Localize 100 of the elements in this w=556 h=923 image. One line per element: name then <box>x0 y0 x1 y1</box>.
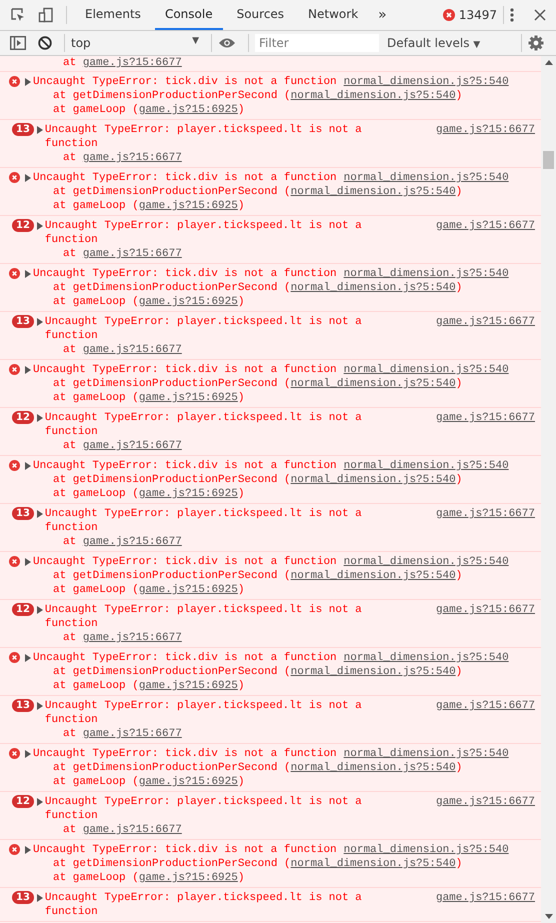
source-link[interactable]: normal_dimension.js?5:540 <box>344 555 509 569</box>
source-link[interactable]: game.js?15:6677 <box>436 123 535 137</box>
expand-triangle-icon[interactable] <box>25 750 31 758</box>
source-link[interactable]: normal_dimension.js?5:540 <box>290 762 456 774</box>
source-link[interactable]: game.js?15:6677 <box>82 824 182 836</box>
device-icon[interactable] <box>38 7 54 23</box>
source-link[interactable]: game.js?15:6925 <box>138 392 238 404</box>
error-icon <box>9 844 20 855</box>
source-link[interactable]: game.js?15:6925 <box>138 200 238 212</box>
source-link[interactable]: normal_dimension.js?5:540 <box>290 186 456 198</box>
eye-icon[interactable] <box>218 37 236 49</box>
source-link[interactable]: game.js?15:6677 <box>436 603 535 617</box>
stack-trace-line: at game.js?15:6677 <box>62 343 183 357</box>
panel-tab[interactable]: Network <box>298 0 368 30</box>
source-link[interactable]: normal_dimension.js?5:540 <box>344 171 509 185</box>
source-link[interactable]: normal_dimension.js?5:540 <box>290 858 456 870</box>
source-link[interactable]: normal_dimension.js?5:540 <box>290 282 456 294</box>
levels-dropdown[interactable]: Default levels ▼ <box>387 36 480 50</box>
error-message: Uncaught TypeError: tick.div is not a function <box>33 555 337 569</box>
source-link[interactable]: normal_dimension.js?5:540 <box>344 459 509 473</box>
scroll-thumb[interactable] <box>543 151 554 169</box>
expand-triangle-icon[interactable] <box>25 78 31 86</box>
source-link[interactable]: normal_dimension.js?5:540 <box>344 843 509 857</box>
expand-triangle-icon[interactable] <box>25 558 31 566</box>
source-link[interactable]: game.js?15:6677 <box>82 57 182 69</box>
expand-triangle-icon[interactable] <box>36 702 43 710</box>
source-link[interactable]: normal_dimension.js?5:540 <box>344 267 509 281</box>
expand-triangle-icon[interactable] <box>25 366 31 374</box>
stack-trace-line: at getDimensionProductionPerSecond (normal_dimension.js?5:540) <box>52 185 464 199</box>
source-link[interactable]: game.js?15:6925 <box>138 488 238 500</box>
source-link[interactable]: game.js?15:6677 <box>82 728 182 740</box>
source-link[interactable]: normal_dimension.js?5:540 <box>344 651 509 665</box>
expand-triangle-icon[interactable] <box>36 798 43 806</box>
error-message: Uncaught TypeError: tick.div is not a function <box>33 363 337 377</box>
error-count[interactable]: 13497 <box>458 8 497 22</box>
source-link[interactable]: normal_dimension.js?5:540 <box>344 75 509 89</box>
source-link[interactable]: game.js?15:6677 <box>82 248 182 260</box>
stack-trace-line: at getDimensionProductionPerSecond (normal_dimension.js?5:540) <box>52 377 464 391</box>
source-link[interactable]: game.js?15:6677 <box>436 315 535 329</box>
repeat-count: 12 <box>12 795 34 808</box>
expand-triangle-icon[interactable] <box>36 510 43 518</box>
source-link[interactable]: game.js?15:6925 <box>138 584 238 596</box>
expand-triangle-icon[interactable] <box>25 654 31 662</box>
source-link[interactable]: normal_dimension.js?5:540 <box>290 570 456 582</box>
error-icon <box>9 76 20 87</box>
source-link[interactable]: game.js?15:6677 <box>436 795 535 809</box>
expand-triangle-icon[interactable] <box>25 846 31 854</box>
source-link[interactable]: game.js?15:6925 <box>138 872 238 884</box>
repeat-count: 13 <box>12 891 34 904</box>
error-icon <box>9 748 20 759</box>
scroll-down-icon[interactable] <box>544 914 552 919</box>
error-icon <box>9 364 20 375</box>
source-link[interactable]: normal_dimension.js?5:540 <box>290 474 456 486</box>
source-link[interactable]: normal_dimension.js?5:540 <box>290 378 456 390</box>
stack-trace-line: at getDimensionProductionPerSecond (normal_dimension.js?5:540) <box>52 473 464 487</box>
stack-trace-line: at gameLoop (game.js?15:6925) <box>52 871 246 885</box>
filter-field[interactable]: Filter <box>255 34 379 52</box>
expand-triangle-icon[interactable] <box>36 222 43 230</box>
expand-triangle-icon[interactable] <box>36 894 43 902</box>
sidebar-toggle-icon[interactable] <box>10 36 26 50</box>
inspect-icon[interactable] <box>10 7 26 23</box>
source-link[interactable]: game.js?15:6677 <box>436 411 535 425</box>
expand-triangle-icon[interactable] <box>36 606 43 614</box>
settings-icon[interactable] <box>528 35 544 51</box>
source-link[interactable]: normal_dimension.js?5:540 <box>290 666 456 678</box>
source-link[interactable]: normal_dimension.js?5:540 <box>344 363 509 377</box>
source-link[interactable]: game.js?15:6925 <box>138 680 238 692</box>
source-link[interactable]: game.js?15:6677 <box>436 699 535 713</box>
more-options-icon[interactable] <box>510 8 514 22</box>
source-link[interactable]: normal_dimension.js?5:540 <box>290 90 456 102</box>
source-link[interactable]: game.js?15:6925 <box>138 296 238 308</box>
expand-triangle-icon[interactable] <box>25 174 31 182</box>
source-link[interactable]: game.js?15:6677 <box>82 632 182 644</box>
source-link[interactable]: game.js?15:6677 <box>436 507 535 521</box>
scroll-up-icon[interactable] <box>544 60 552 65</box>
stack-trace-line: at getDimensionProductionPerSecond (normal_dimension.js?5:540) <box>52 89 464 103</box>
source-link[interactable]: game.js?15:6677 <box>82 536 182 548</box>
context-select[interactable]: top ▼ <box>71 36 205 50</box>
expand-triangle-icon[interactable] <box>36 126 43 134</box>
source-link[interactable]: game.js?15:6925 <box>138 104 238 116</box>
scrollbar[interactable] <box>541 56 556 923</box>
source-link[interactable]: game.js?15:6677 <box>436 219 535 233</box>
panel-tab[interactable]: Elements <box>75 0 151 30</box>
expand-triangle-icon[interactable] <box>36 414 43 422</box>
panel-tab[interactable]: Sources <box>226 0 294 30</box>
source-link[interactable]: game.js?15:6925 <box>138 776 238 788</box>
expand-triangle-icon[interactable] <box>25 270 31 278</box>
expand-triangle-icon[interactable] <box>25 462 31 470</box>
more-tabs-button[interactable]: » <box>370 7 395 23</box>
stack-trace-line: at gameLoop (game.js?15:6925) <box>52 679 246 693</box>
clear-console-icon[interactable] <box>38 36 52 50</box>
source-link[interactable]: game.js?15:6677 <box>82 440 182 452</box>
stack-trace-line: at getDimensionProductionPerSecond (normal_dimension.js?5:540) <box>52 665 464 679</box>
close-icon[interactable] <box>534 9 546 21</box>
source-link[interactable]: game.js?15:6677 <box>82 152 182 164</box>
expand-triangle-icon[interactable] <box>36 318 43 326</box>
repeat-count: 13 <box>12 123 34 136</box>
source-link[interactable]: game.js?15:6677 <box>436 891 535 905</box>
source-link[interactable]: normal_dimension.js?5:540 <box>344 747 509 761</box>
source-link[interactable]: game.js?15:6677 <box>82 344 182 356</box>
